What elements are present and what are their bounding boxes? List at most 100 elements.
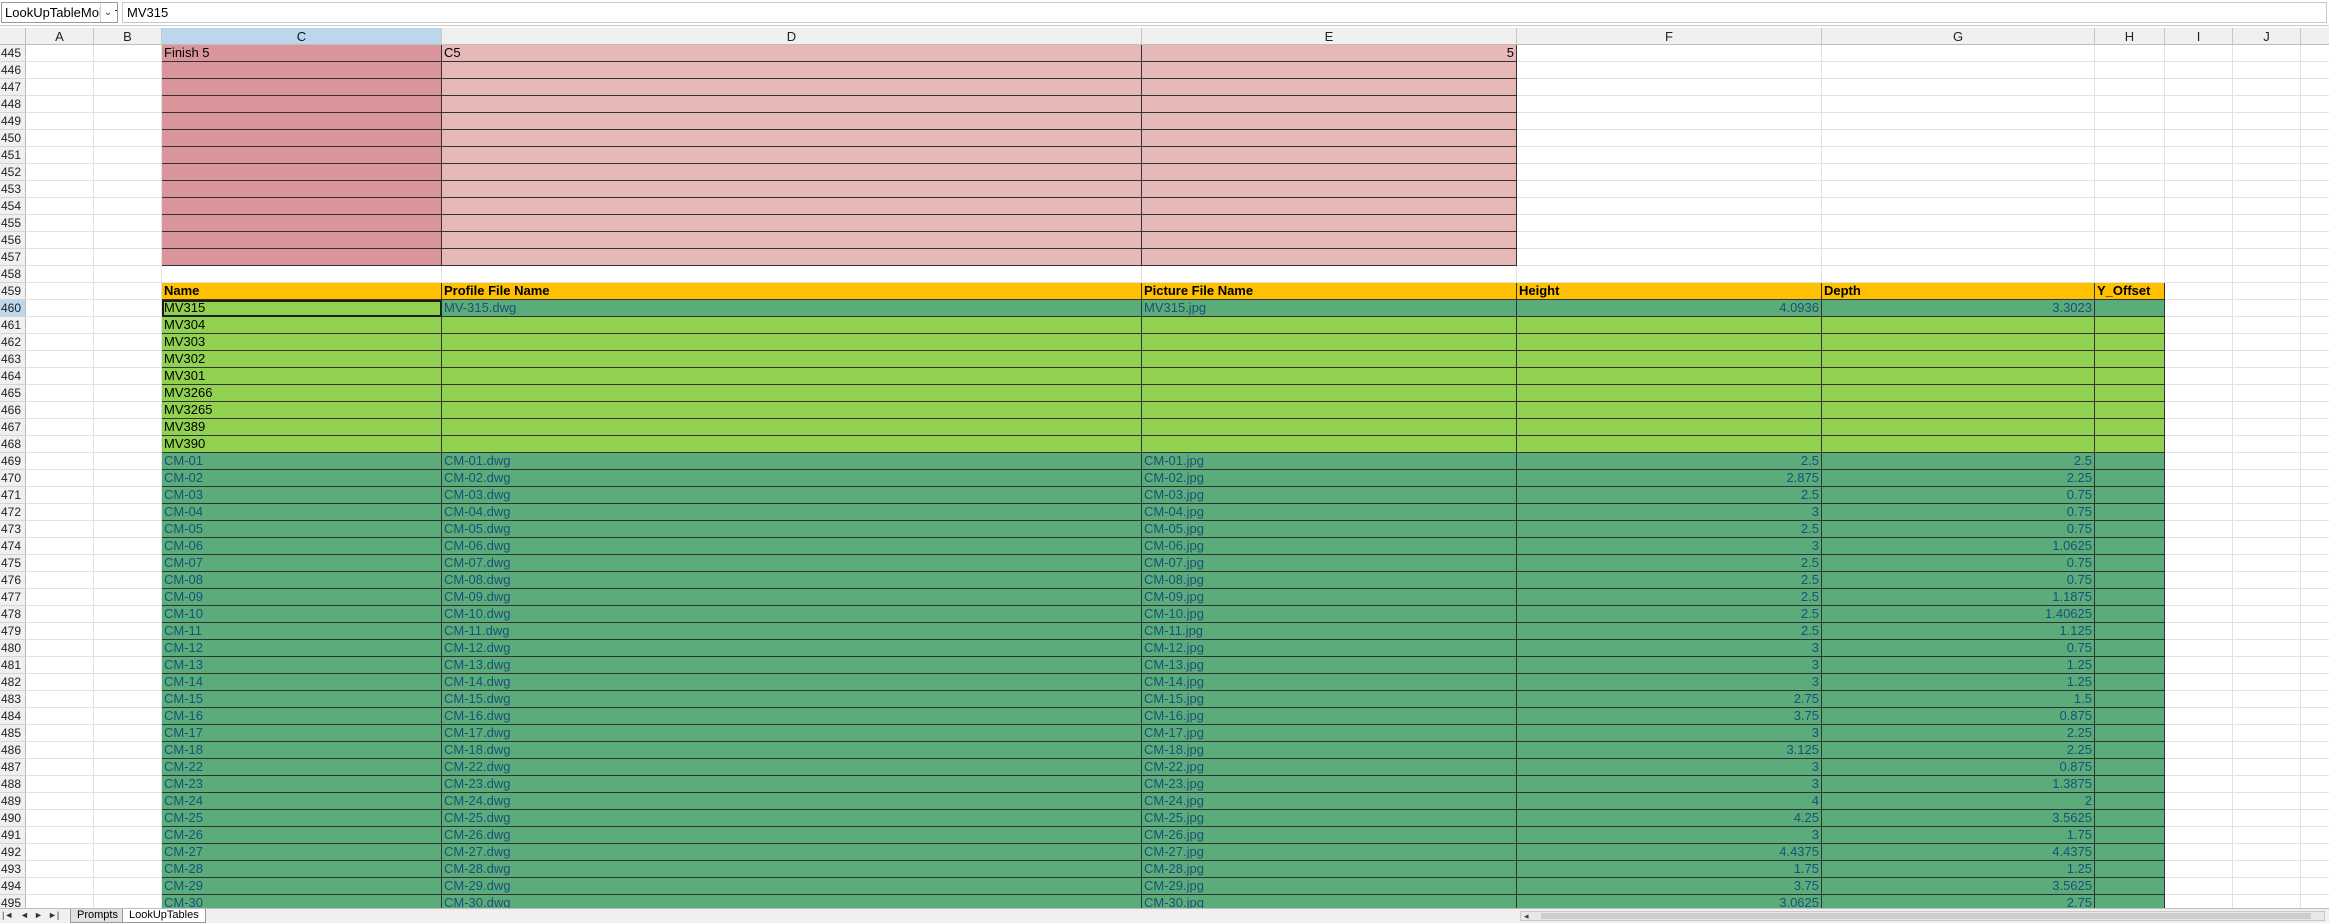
cm-profile-cell[interactable]: CM-23.dwg (442, 776, 1142, 793)
finish-cell[interactable] (1142, 249, 1517, 266)
cm-yoffset-cell[interactable] (2095, 504, 2165, 521)
empty-cell[interactable] (2233, 657, 2301, 674)
empty-cell[interactable] (94, 725, 162, 742)
empty-cell[interactable] (26, 589, 94, 606)
first-sheet-icon[interactable]: |◄ (2, 909, 13, 922)
empty-cell[interactable] (1822, 79, 2095, 96)
mv-name-cell[interactable]: MV389 (162, 419, 442, 436)
empty-cell[interactable] (2165, 589, 2233, 606)
cm-picture-cell[interactable]: CM-12.jpg (1142, 640, 1517, 657)
column-header-b[interactable]: B (94, 28, 162, 45)
empty-cell[interactable] (94, 538, 162, 555)
cm-yoffset-cell[interactable] (2095, 606, 2165, 623)
empty-cell[interactable] (2301, 589, 2329, 606)
cm-name-cell[interactable]: CM-10 (162, 606, 442, 623)
empty-cell[interactable] (2165, 317, 2233, 334)
prev-sheet-icon[interactable]: ◄ (20, 909, 29, 922)
empty-cell[interactable] (26, 861, 94, 878)
empty-cell[interactable] (26, 538, 94, 555)
cm-height-cell[interactable]: 4.25 (1517, 810, 1822, 827)
empty-cell[interactable] (94, 317, 162, 334)
empty-cell[interactable] (2165, 385, 2233, 402)
finish-cell[interactable] (442, 181, 1142, 198)
mv-depth-cell[interactable] (1822, 368, 2095, 385)
finish-cell[interactable] (442, 130, 1142, 147)
empty-cell[interactable] (2301, 878, 2329, 895)
column-header-e[interactable]: E (1142, 28, 1517, 45)
mv-yoffset-cell[interactable] (2095, 317, 2165, 334)
row-header[interactable]: 456 (0, 232, 26, 249)
empty-cell[interactable] (2165, 283, 2233, 300)
empty-cell[interactable] (94, 708, 162, 725)
mv-yoffset-cell[interactable] (2095, 351, 2165, 368)
row-header[interactable]: 481 (0, 657, 26, 674)
empty-cell[interactable] (2301, 45, 2329, 62)
empty-cell[interactable] (2233, 708, 2301, 725)
mv-height-cell[interactable]: 4.0936 (1517, 300, 1822, 317)
empty-cell[interactable] (94, 810, 162, 827)
cm-yoffset-cell[interactable] (2095, 844, 2165, 861)
empty-cell[interactable] (1517, 45, 1822, 62)
empty-cell[interactable] (2233, 742, 2301, 759)
empty-cell[interactable] (2165, 538, 2233, 555)
horizontal-scrollbar[interactable]: ◂ (1520, 911, 2325, 921)
empty-cell[interactable] (26, 232, 94, 249)
empty-cell[interactable] (2165, 810, 2233, 827)
cm-depth-cell[interactable]: 1.25 (1822, 861, 2095, 878)
cm-depth-cell[interactable]: 0.75 (1822, 504, 2095, 521)
empty-cell[interactable] (2233, 623, 2301, 640)
row-header[interactable]: 447 (0, 79, 26, 96)
empty-cell[interactable] (2233, 572, 2301, 589)
row-header[interactable]: 468 (0, 436, 26, 453)
column-header-a[interactable]: A (26, 28, 94, 45)
cm-picture-cell[interactable]: CM-29.jpg (1142, 878, 1517, 895)
mv-name-cell[interactable]: MV390 (162, 436, 442, 453)
empty-cell[interactable] (2165, 249, 2233, 266)
mv-yoffset-cell[interactable] (2095, 368, 2165, 385)
empty-cell[interactable] (2301, 385, 2329, 402)
mv-picture-cell[interactable] (1142, 436, 1517, 453)
finish-code-cell[interactable]: C5 (442, 45, 1142, 62)
empty-cell[interactable] (2165, 691, 2233, 708)
mv-name-cell[interactable]: MV3266 (162, 385, 442, 402)
row-header[interactable]: 494 (0, 878, 26, 895)
empty-cell[interactable] (2233, 147, 2301, 164)
row-header[interactable]: 448 (0, 96, 26, 113)
mv-height-cell[interactable] (1517, 436, 1822, 453)
empty-cell[interactable] (2233, 640, 2301, 657)
empty-cell[interactable] (2233, 249, 2301, 266)
cm-height-cell[interactable]: 2.5 (1517, 521, 1822, 538)
empty-cell[interactable] (2233, 895, 2301, 908)
cm-picture-cell[interactable]: CM-14.jpg (1142, 674, 1517, 691)
empty-cell[interactable] (2165, 504, 2233, 521)
finish-cell[interactable] (162, 113, 442, 130)
cm-depth-cell[interactable]: 3.5625 (1822, 878, 2095, 895)
cm-yoffset-cell[interactable] (2095, 861, 2165, 878)
cm-profile-cell[interactable]: CM-13.dwg (442, 657, 1142, 674)
empty-cell[interactable] (2233, 504, 2301, 521)
row-header[interactable]: 470 (0, 470, 26, 487)
empty-cell[interactable] (94, 45, 162, 62)
empty-cell[interactable] (1822, 215, 2095, 232)
empty-cell[interactable] (1517, 266, 1822, 283)
cm-profile-cell[interactable]: CM-08.dwg (442, 572, 1142, 589)
empty-cell[interactable] (94, 198, 162, 215)
cm-height-cell[interactable]: 3.0625 (1517, 895, 1822, 908)
empty-cell[interactable] (26, 147, 94, 164)
empty-cell[interactable] (94, 487, 162, 504)
finish-cell[interactable] (162, 79, 442, 96)
empty-cell[interactable] (2233, 436, 2301, 453)
cm-height-cell[interactable]: 3 (1517, 674, 1822, 691)
row-header[interactable]: 493 (0, 861, 26, 878)
cm-name-cell[interactable]: CM-04 (162, 504, 442, 521)
empty-cell[interactable] (2233, 300, 2301, 317)
row-header[interactable]: 479 (0, 623, 26, 640)
row-header[interactable]: 457 (0, 249, 26, 266)
empty-cell[interactable] (2301, 504, 2329, 521)
empty-cell[interactable] (94, 300, 162, 317)
cm-depth-cell[interactable]: 1.0625 (1822, 538, 2095, 555)
empty-cell[interactable] (2301, 776, 2329, 793)
cm-yoffset-cell[interactable] (2095, 708, 2165, 725)
cm-profile-cell[interactable]: CM-22.dwg (442, 759, 1142, 776)
empty-cell[interactable] (2233, 113, 2301, 130)
